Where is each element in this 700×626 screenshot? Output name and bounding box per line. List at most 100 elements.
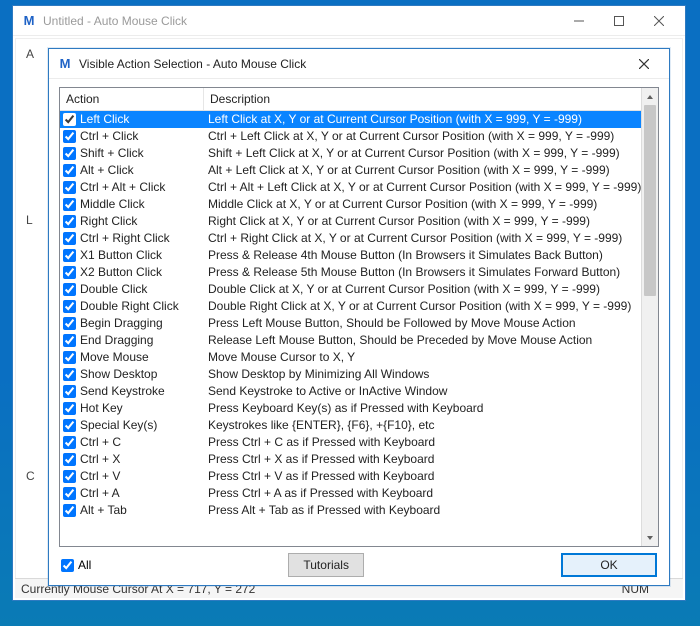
ok-button[interactable]: OK [561,553,657,577]
action-checkbox[interactable] [63,504,76,517]
action-row[interactable]: Ctrl + XPress Ctrl + X as if Pressed wit… [60,451,641,468]
action-checkbox[interactable] [63,317,76,330]
action-row[interactable]: Special Key(s) Keystrokes like {ENTER}, {… [60,417,641,434]
action-cell: X2 Button Click [60,264,204,281]
action-checkbox[interactable] [63,402,76,415]
maximize-icon[interactable] [599,7,639,35]
minimize-icon[interactable] [559,7,599,35]
action-description: Press Left Mouse Button, Should be Follo… [204,315,641,332]
action-checkbox[interactable] [63,147,76,160]
action-checkbox[interactable] [63,232,76,245]
action-row[interactable]: Shift + ClickShift + Left Click at X, Y … [60,145,641,162]
column-header-description[interactable]: Description [204,88,641,110]
action-name: Double Click [80,281,147,298]
action-description: Press Ctrl + X as if Pressed with Keyboa… [204,451,641,468]
action-name: Ctrl + C [80,434,121,451]
action-description: Press Alt + Tab as if Pressed with Keybo… [204,502,641,519]
action-row[interactable]: Double Right ClickDouble Right Click at … [60,298,641,315]
action-name: Middle Click [80,196,145,213]
action-row[interactable]: X2 Button ClickPress & Release 5th Mouse… [60,264,641,281]
all-checkbox[interactable] [61,559,74,572]
action-checkbox[interactable] [63,385,76,398]
action-row[interactable]: Send KeystrokeSend Keystroke to Active o… [60,383,641,400]
action-name: Show Desktop [80,366,157,383]
scrollbar-thumb[interactable] [644,105,656,296]
action-name: Move Mouse [80,349,149,366]
action-cell: Hot Key [60,400,204,417]
action-checkbox[interactable] [63,334,76,347]
action-cell: Double Click [60,281,204,298]
action-row[interactable]: Ctrl + VPress Ctrl + V as if Pressed wit… [60,468,641,485]
action-checkbox[interactable] [63,300,76,313]
action-row[interactable]: Ctrl + Alt + ClickCtrl + Alt + Left Clic… [60,179,641,196]
action-description: Press & Release 4th Mouse Button (In Bro… [204,247,641,264]
action-checkbox[interactable] [63,113,76,126]
scrollbar-track[interactable] [642,105,658,529]
action-row[interactable]: Alt + Click Alt + Left Click at X, Y or a… [60,162,641,179]
action-checkbox[interactable] [63,419,76,432]
action-selection-dialog: M Visible Action Selection - Auto Mouse … [48,48,670,586]
action-row[interactable]: Alt + TabPress Alt + Tab as if Pressed w… [60,502,641,519]
action-row[interactable]: End DraggingRelease Left Mouse Button, S… [60,332,641,349]
action-description: Press Ctrl + A as if Pressed with Keyboa… [204,485,641,502]
action-name: Alt + Click [80,162,134,179]
action-cell: Move Mouse [60,349,204,366]
action-row[interactable]: X1 Button ClickPress & Release 4th Mouse… [60,247,641,264]
dialog-titlebar[interactable]: M Visible Action Selection - Auto Mouse … [49,49,669,79]
action-name: Double Right Click [80,298,179,315]
main-titlebar[interactable]: M Untitled - Auto Mouse Click [13,6,685,36]
action-row[interactable]: Ctrl + CPress Ctrl + C as if Pressed wit… [60,434,641,451]
action-row[interactable]: Begin DraggingPress Left Mouse Button, S… [60,315,641,332]
action-checkbox[interactable] [63,470,76,483]
action-checkbox[interactable] [63,453,76,466]
action-description: Right Click at X, Y or at Current Cursor… [204,213,641,230]
action-row[interactable]: Show DesktopShow Desktop by Minimizing A… [60,366,641,383]
action-cell: Ctrl + A [60,485,204,502]
vertical-scrollbar[interactable] [641,88,658,546]
all-checkbox-label[interactable]: All [61,558,91,572]
dialog-title: Visible Action Selection - Auto Mouse Cl… [79,57,623,71]
action-checkbox[interactable] [63,130,76,143]
action-name: End Dragging [80,332,153,349]
scroll-down-icon[interactable] [642,529,658,546]
action-row[interactable]: Hot KeyPress Keyboard Key(s) as if Press… [60,400,641,417]
scroll-up-icon[interactable] [642,88,658,105]
action-description: Keystrokes like {ENTER}, {F6}, +{F10}, e… [204,417,641,434]
window-controls [559,7,679,35]
action-checkbox[interactable] [63,487,76,500]
action-checkbox[interactable] [63,215,76,228]
action-cell: Special Key(s) [60,417,204,434]
action-list-columns: Action Description Left ClickLeft Click … [60,88,641,546]
action-checkbox[interactable] [63,249,76,262]
action-checkbox[interactable] [63,164,76,177]
action-cell: Begin Dragging [60,315,204,332]
action-row[interactable]: Double ClickDouble Click at X, Y or at C… [60,281,641,298]
close-icon[interactable] [623,50,665,78]
action-row[interactable]: Ctrl + APress Ctrl + A as if Pressed wit… [60,485,641,502]
action-checkbox[interactable] [63,283,76,296]
action-row[interactable]: Move Mouse Move Mouse Cursor to X, Y [60,349,641,366]
action-checkbox[interactable] [63,436,76,449]
action-description: Ctrl + Alt + Left Click at X, Y or at Cu… [204,179,641,196]
action-checkbox[interactable] [63,266,76,279]
column-header-action[interactable]: Action [60,88,204,110]
action-row[interactable]: Left ClickLeft Click at X, Y or at Curre… [60,111,641,128]
action-list-header: Action Description [60,88,641,111]
action-checkbox[interactable] [63,368,76,381]
action-cell: Ctrl + V [60,468,204,485]
action-cell: Middle Click [60,196,204,213]
main-window-title: Untitled - Auto Mouse Click [43,14,559,28]
action-name: Left Click [80,111,129,128]
action-description: Move Mouse Cursor to X, Y [204,349,641,366]
action-checkbox[interactable] [63,181,76,194]
action-row[interactable]: Ctrl + Right ClickCtrl + Right Click at … [60,230,641,247]
close-icon[interactable] [639,7,679,35]
action-row[interactable]: Right ClickRight Click at X, Y or at Cur… [60,213,641,230]
tutorials-button[interactable]: Tutorials [288,553,364,577]
action-checkbox[interactable] [63,351,76,364]
action-row[interactable]: Ctrl + ClickCtrl + Left Click at X, Y or… [60,128,641,145]
action-name: Special Key(s) [80,417,157,434]
action-description: Alt + Left Click at X, Y or at Current C… [204,162,641,179]
action-row[interactable]: Middle ClickMiddle Click at X, Y or at C… [60,196,641,213]
action-checkbox[interactable] [63,198,76,211]
